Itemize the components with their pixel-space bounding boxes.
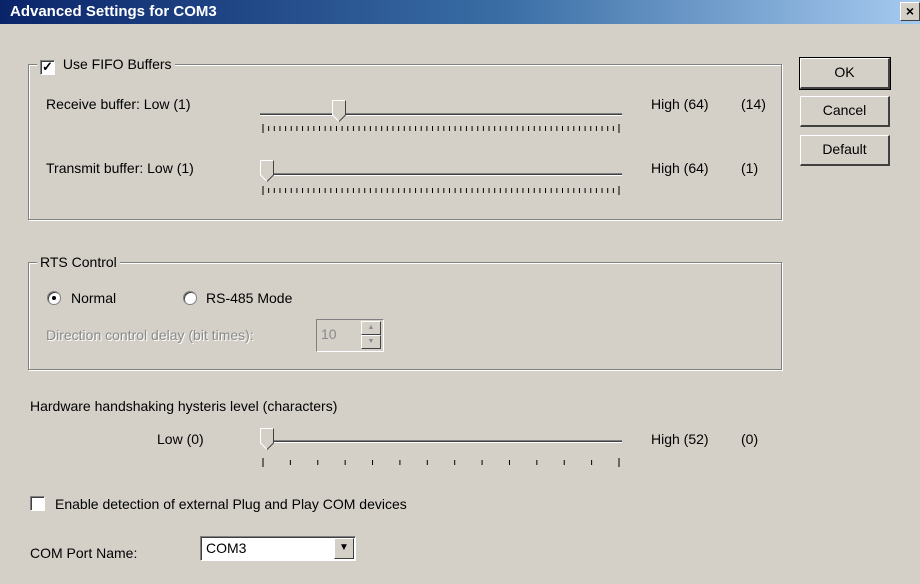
hysteresis-low-label: Low (0)	[157, 431, 204, 447]
receive-buffer-high-label: High (64)	[651, 96, 709, 112]
com-port-select[interactable]: COM3 ▼	[200, 536, 356, 561]
receive-buffer-label: Receive buffer: Low (1)	[46, 96, 191, 112]
close-icon: ×	[905, 3, 915, 19]
hysteresis-ticks	[262, 458, 620, 467]
rs485-radio[interactable]	[183, 291, 197, 305]
com-port-label: COM Port Name:	[30, 545, 138, 561]
hysteresis-title: Hardware handshaking hysteris level (cha…	[30, 398, 338, 414]
rs485-radio-label[interactable]: RS-485 Mode	[206, 289, 292, 307]
plug-and-play-label[interactable]: Enable detection of external Plug and Pl…	[55, 495, 407, 513]
hysteresis-high-label: High (52)	[651, 431, 709, 447]
normal-radio-label[interactable]: Normal	[71, 289, 116, 307]
hysteresis-track	[260, 440, 622, 443]
hysteresis-value: (0)	[741, 431, 759, 447]
cancel-button[interactable]: Cancel	[800, 96, 890, 127]
ok-button[interactable]: OK	[799, 57, 891, 90]
transmit-buffer-high-label: High (64)	[651, 160, 709, 176]
transmit-buffer-value: (1)	[741, 160, 759, 176]
receive-buffer-track	[260, 113, 622, 116]
default-button[interactable]: Default	[800, 135, 890, 166]
normal-radio[interactable]	[47, 291, 61, 305]
fifo-legend: ✓ Use FIFO Buffers	[37, 55, 175, 75]
chevron-down-icon[interactable]: ▼	[334, 538, 354, 559]
fifo-checkbox[interactable]: ✓	[40, 60, 55, 75]
spin-down-icon[interactable]: ▼	[361, 335, 381, 349]
plug-and-play-checkbox[interactable]	[30, 496, 45, 511]
check-icon: ✓	[42, 59, 53, 74]
transmit-buffer-track	[260, 173, 622, 176]
direction-delay-spinner[interactable]: 10 ▲ ▼	[316, 319, 384, 352]
direction-delay-value[interactable]: 10	[321, 326, 337, 342]
transmit-buffer-slider-thumb[interactable]	[260, 160, 274, 182]
radio-selected-dot	[52, 296, 56, 300]
spin-up-icon[interactable]: ▲	[361, 321, 381, 335]
receive-buffer-ticks	[262, 124, 620, 133]
receive-buffer-slider-thumb[interactable]	[331, 100, 346, 122]
transmit-buffer-label: Transmit buffer: Low (1)	[46, 160, 194, 176]
rts-group	[28, 262, 782, 370]
receive-buffer-value: (14)	[741, 96, 766, 112]
window-title: Advanced Settings for COM3	[10, 3, 217, 20]
close-button[interactable]: ×	[900, 2, 920, 21]
rts-legend: RTS Control	[37, 253, 120, 271]
transmit-buffer-ticks	[262, 186, 620, 195]
fifo-checkbox-label[interactable]: Use FIFO Buffers	[63, 56, 172, 72]
direction-delay-label: Direction control delay (bit times):	[46, 327, 254, 343]
hysteresis-slider-thumb[interactable]	[260, 428, 274, 450]
com-port-value[interactable]: COM3	[206, 540, 246, 556]
